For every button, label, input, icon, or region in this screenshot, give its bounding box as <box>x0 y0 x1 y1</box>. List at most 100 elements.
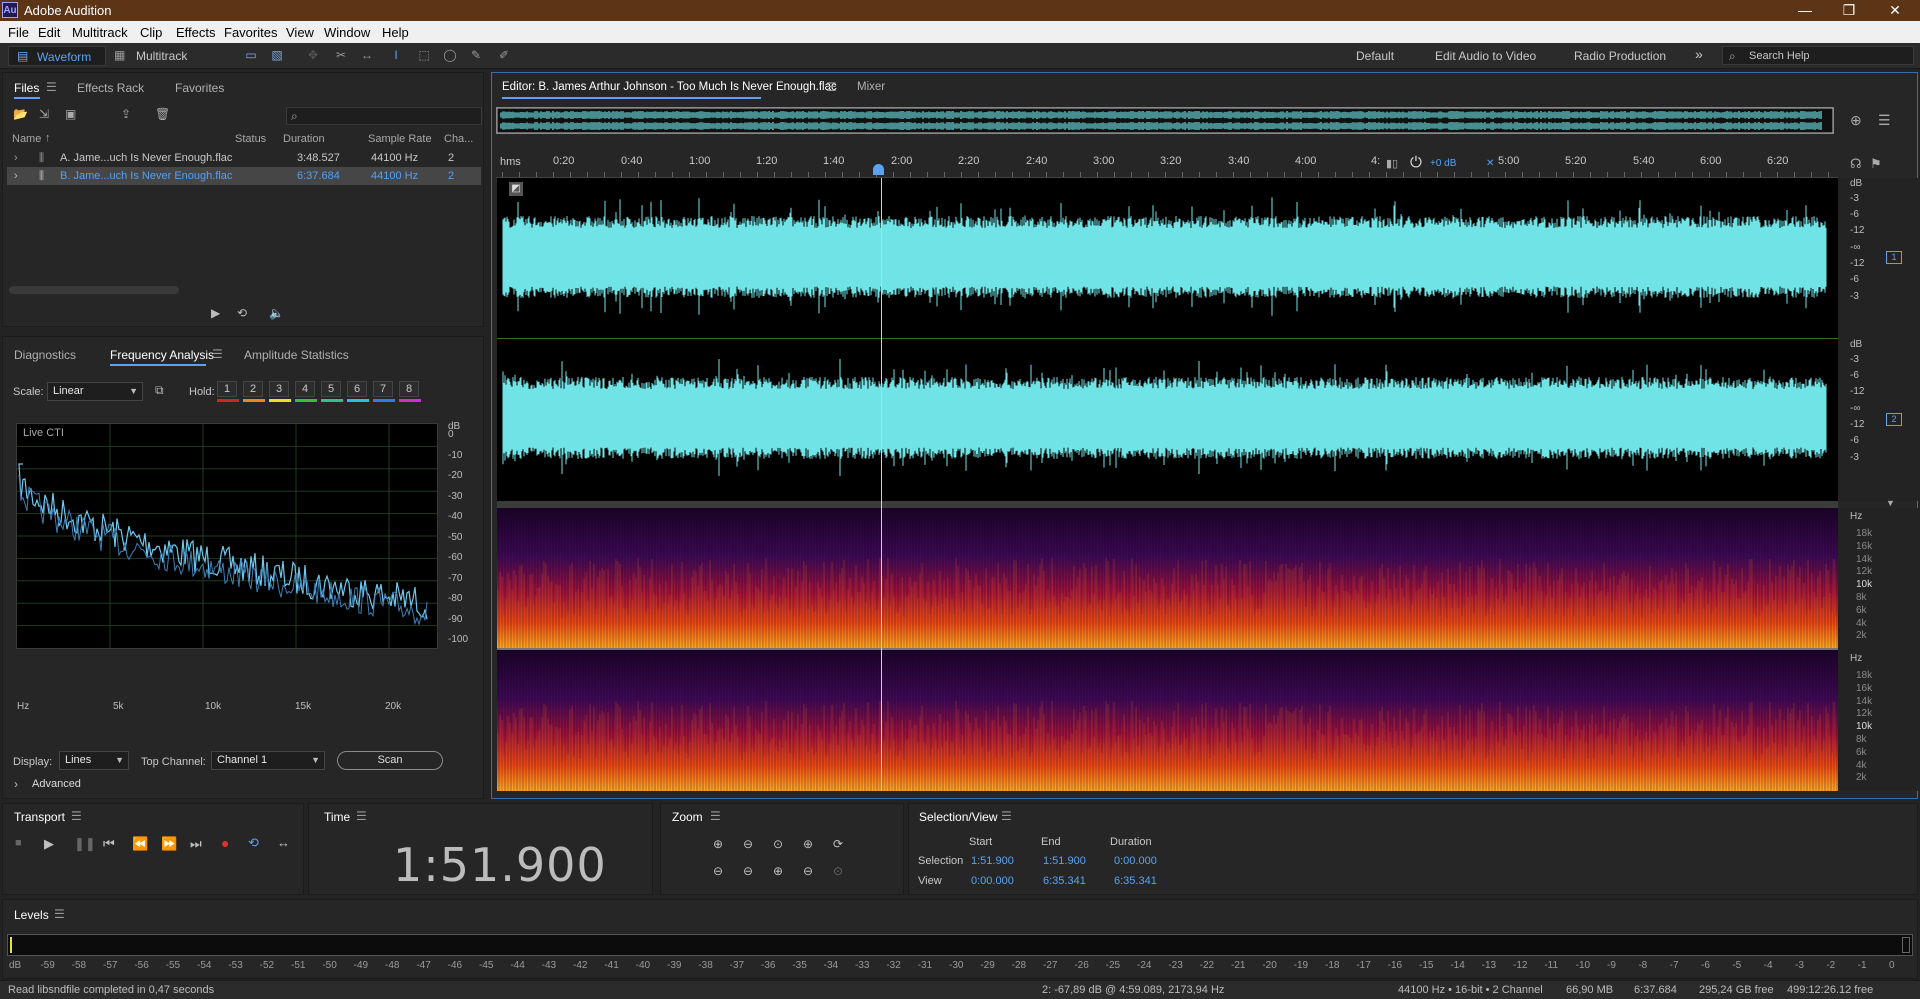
zoom-out-point-icon[interactable]: ⊖ <box>803 864 813 878</box>
playhead-handle[interactable] <box>873 164 884 175</box>
marquee-tool-icon[interactable]: ⬚ <box>416 48 432 63</box>
display-dropdown[interactable]: Lines ▼ <box>59 751 129 770</box>
selection-view-menu-icon[interactable]: ☰ <box>1001 809 1012 823</box>
tab-mixer[interactable]: Mixer <box>857 81 885 93</box>
spectral-pitch-icon[interactable]: ▧ <box>269 48 285 63</box>
channel-2-badge[interactable]: 2 <box>1886 413 1902 426</box>
view-start[interactable]: 0:00.000 <box>971 875 1014 887</box>
column-duration[interactable]: Duration <box>283 133 325 145</box>
loop-playback-icon[interactable]: ⟲ <box>248 835 259 851</box>
hud-pin-icon[interactable]: ✕ <box>1486 158 1495 169</box>
waveform-overview[interactable] <box>496 107 1834 134</box>
view-end[interactable]: 6:35.341 <box>1043 875 1086 887</box>
scan-button[interactable]: Scan <box>337 751 443 770</box>
hold-button-7[interactable]: 7 <box>373 381 393 397</box>
hud-toggle-icon[interactable]: ◩ <box>509 182 523 196</box>
spot-healing-tool-icon[interactable]: ✐ <box>496 48 512 63</box>
clip-indicator[interactable] <box>1902 937 1910 953</box>
selection-start[interactable]: 1:51.900 <box>971 855 1014 867</box>
stop-icon[interactable]: ■ <box>15 837 22 849</box>
hud-volume-icon[interactable]: ▮▯ <box>1386 157 1399 170</box>
record-icon[interactable]: ● <box>221 835 229 851</box>
editor-settings-icon[interactable]: ☰ <box>1878 112 1891 129</box>
levels-menu-icon[interactable]: ☰ <box>54 907 65 921</box>
menu-help[interactable]: Help <box>382 25 409 40</box>
editor-panel-menu-icon[interactable]: ☰ <box>826 80 837 94</box>
slip-tool-icon[interactable]: ↔ <box>359 48 375 63</box>
hold-button-1[interactable]: 1 <box>217 381 237 397</box>
hold-button-6[interactable]: 6 <box>347 381 367 397</box>
zoom-reset-icon[interactable]: ⟳ <box>833 837 843 851</box>
tab-files[interactable]: Files <box>14 81 39 95</box>
search-help-field[interactable]: ⌕ Search Help <box>1722 46 1914 65</box>
insert-into-multitrack-icon[interactable]: ⇪ <box>121 107 131 121</box>
new-file-icon[interactable]: ▣ <box>65 107 76 121</box>
move-to-previous-icon[interactable]: ⏮ <box>103 836 115 852</box>
import-file-icon[interactable]: ⇲ <box>39 107 49 121</box>
more-workspaces-button[interactable]: » <box>1695 46 1703 62</box>
tab-editor[interactable]: Editor: B. James Arthur Johnson - Too Mu… <box>502 81 837 93</box>
headphones-icon[interactable]: ☊ <box>1850 156 1862 172</box>
move-to-next-icon[interactable]: ⏭ <box>190 836 202 852</box>
zoom-out-time-icon[interactable]: ⊖ <box>743 864 753 878</box>
maximize-icon[interactable]: ❐ <box>1834 2 1864 19</box>
expand-chevron-icon[interactable]: › <box>14 152 18 164</box>
menu-edit[interactable]: Edit <box>38 25 60 40</box>
multitrack-mode-button[interactable]: ▦ Multitrack <box>112 46 202 66</box>
tab-frequency-analysis[interactable]: Frequency Analysis <box>110 348 214 362</box>
spectral-frequency-icon[interactable]: ▭ <box>243 48 259 63</box>
tab-amplitude-statistics[interactable]: Amplitude Statistics <box>244 348 349 362</box>
tab-effects-rack[interactable]: Effects Rack <box>77 81 144 95</box>
open-file-icon[interactable]: 📂 <box>13 107 28 121</box>
preview-loop-icon[interactable]: ⟲ <box>237 306 247 320</box>
column-sample-rate[interactable]: Sample Rate <box>368 133 432 145</box>
preview-volume-icon[interactable]: 🔈 <box>269 306 284 320</box>
menu-favorites[interactable]: Favorites <box>224 25 277 40</box>
rewind-icon[interactable]: ⏪ <box>132 836 148 852</box>
spectral-collapse-icon[interactable]: ▼ <box>1886 498 1895 508</box>
menu-file[interactable]: File <box>8 25 29 40</box>
brush-tool-icon[interactable]: ✎ <box>468 48 484 63</box>
tab-diagnostics[interactable]: Diagnostics <box>14 348 76 362</box>
workspace-radio-production[interactable]: Radio Production <box>1574 49 1666 63</box>
zoom-menu-icon[interactable]: ☰ <box>710 809 721 823</box>
column-name[interactable]: Name <box>12 133 41 145</box>
hold-button-4[interactable]: 4 <box>295 381 315 397</box>
minimize-icon[interactable]: — <box>1790 2 1820 19</box>
zoom-out-amplitude-icon[interactable]: ⊖ <box>743 837 753 851</box>
spectral-divider[interactable] <box>497 501 1838 508</box>
zoom-out-full-icon[interactable]: ⊖ <box>713 864 723 878</box>
move-tool-icon[interactable]: ✥ <box>305 48 321 63</box>
razor-tool-icon[interactable]: ✂ <box>333 48 349 63</box>
zoom-selection-disabled-icon[interactable]: ⊙ <box>833 864 843 878</box>
channel-1-badge[interactable]: 1 <box>1886 251 1902 264</box>
column-status[interactable]: Status <box>235 133 266 145</box>
zoom-to-selection-icon[interactable]: ⊙ <box>773 837 783 851</box>
transport-menu-icon[interactable]: ☰ <box>71 809 82 823</box>
menu-clip[interactable]: Clip <box>140 25 162 40</box>
menu-window[interactable]: Window <box>324 25 370 40</box>
marker-icon[interactable]: ⚑ <box>1870 156 1882 172</box>
spectral-display[interactable] <box>497 508 1838 791</box>
play-icon[interactable]: ▶ <box>44 836 54 852</box>
pause-icon[interactable]: ❚❚ <box>74 836 96 852</box>
frequency-panel-menu-icon[interactable]: ☰ <box>212 347 223 361</box>
view-duration[interactable]: 6:35.341 <box>1114 875 1157 887</box>
zoom-in-amplitude-icon[interactable]: ⊕ <box>713 837 723 851</box>
files-panel-menu-icon[interactable]: ☰ <box>46 80 57 94</box>
workspace-edit-audio-to-video[interactable]: Edit Audio to Video <box>1435 49 1536 63</box>
selection-end[interactable]: 1:51.900 <box>1043 855 1086 867</box>
lasso-tool-icon[interactable]: ◯ <box>442 48 458 63</box>
expand-chevron-icon[interactable]: › <box>14 170 18 182</box>
zoom-in-time-icon[interactable]: ⊕ <box>803 837 813 851</box>
fast-forward-icon[interactable]: ⏩ <box>161 836 177 852</box>
volume-knob-icon[interactable]: ⏻ <box>1410 154 1422 171</box>
file-row-selected[interactable]: › ⫼ B. Jame...uch Is Never Enough.flac 6… <box>7 167 481 185</box>
preview-play-icon[interactable]: ▶ <box>211 306 220 320</box>
zoom-tool-icon[interactable]: ⊕ <box>1850 112 1862 129</box>
skip-selection-icon[interactable]: ↔ <box>277 835 290 850</box>
files-horizontal-scrollbar[interactable] <box>9 286 179 294</box>
delete-icon[interactable]: 🗑 <box>155 107 170 121</box>
files-search-input[interactable]: ⌕ <box>286 107 482 125</box>
selection-duration[interactable]: 0:00.000 <box>1114 855 1157 867</box>
